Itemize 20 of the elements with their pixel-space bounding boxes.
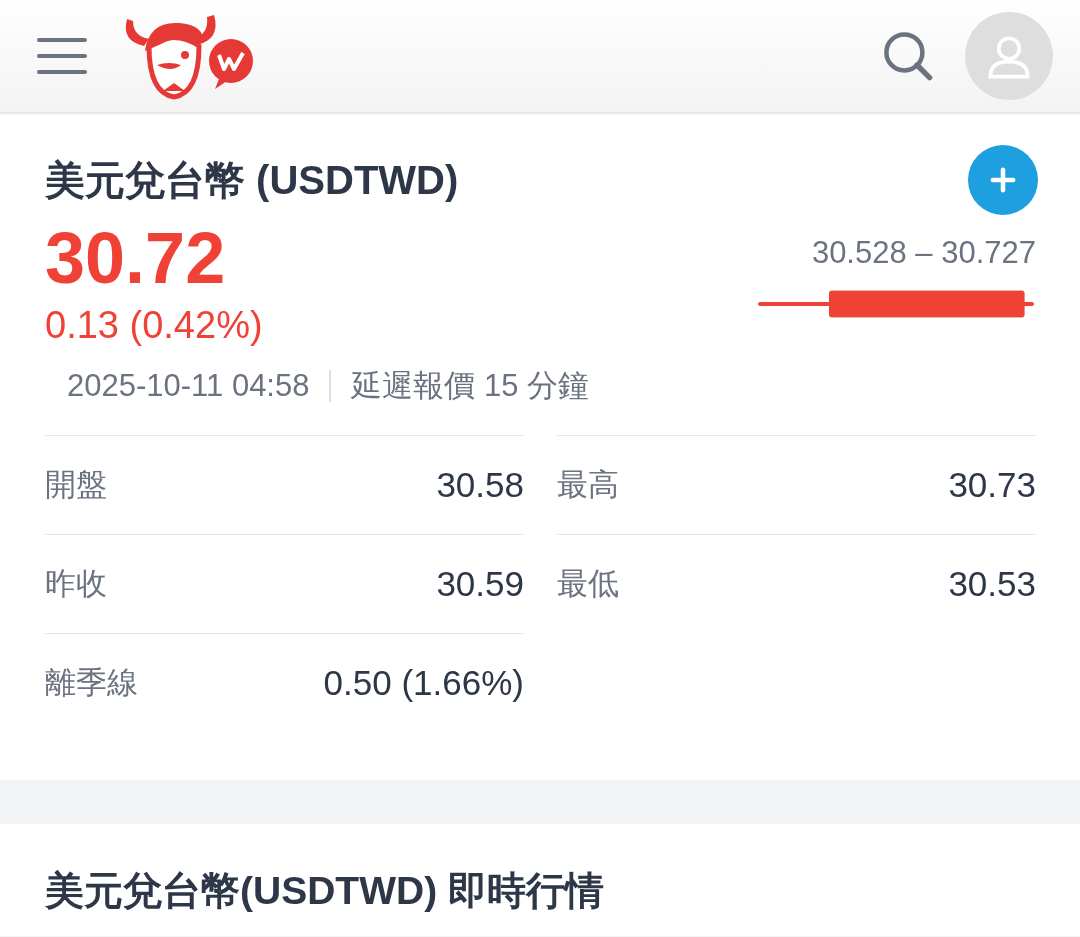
delay-note: 延遲報價 15 分鐘: [351, 367, 590, 405]
price: 30.72: [45, 218, 227, 298]
stat-label: 離季線: [45, 664, 138, 702]
search-icon[interactable]: [881, 29, 935, 83]
stat-value: 30.53: [948, 564, 1036, 604]
stat-value: 30.58: [436, 465, 524, 505]
stat-label: 昨收: [45, 565, 107, 603]
stat-value: 30.73: [948, 465, 1036, 505]
stat-label: 最高: [557, 466, 619, 504]
day-range: 30.528 – 30.727: [811, 235, 1036, 271]
section-title: 美元兌台幣(USDTWD) 即時行情: [45, 868, 605, 914]
stat-label: 開盤: [45, 466, 107, 504]
timestamp: 2025-10-11 04:58: [67, 368, 310, 404]
candlestick-icon: [758, 289, 1036, 319]
price-change: 0.13 (0.42%): [45, 304, 264, 347]
quote-title: 美元兌台幣 (USDTWD): [45, 157, 459, 204]
stat-value: 0.50 (1.66%): [323, 663, 524, 703]
menu-icon[interactable]: [37, 36, 87, 76]
stat-value: 30.59: [436, 564, 524, 604]
stat-label: 最低: [557, 565, 619, 603]
